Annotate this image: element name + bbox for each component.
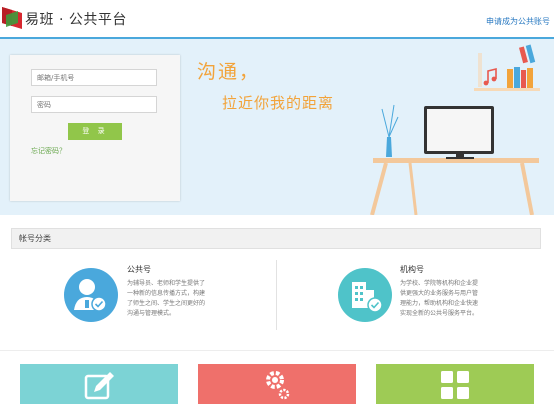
org-account-description: 为学校、学院等机构和企业提 供更强大的业务服务与用户管 理能力，帮助机构和企业快… [400, 280, 479, 317]
apps-tile[interactable] [376, 364, 534, 404]
edit-tile[interactable] [20, 364, 178, 404]
account-types-divider [276, 260, 277, 330]
account-types-heading: 帐号分类 [19, 234, 51, 243]
public-account-title: 公共号 [127, 265, 151, 274]
brand-title: 易班 · 公共平台 [25, 12, 127, 28]
slogan-line-2: 拉近你我的距离 [222, 94, 335, 112]
yiban-logo-icon[interactable] [2, 7, 22, 29]
org-account-icon [338, 268, 392, 322]
edit-icon [84, 372, 114, 400]
public-account-icon [64, 268, 118, 322]
password-input[interactable] [31, 96, 157, 113]
forgot-password-link[interactable]: 忘记密码？ [31, 146, 66, 156]
org-account-title: 机构号 [400, 265, 424, 274]
apply-public-account-link[interactable]: 申请成为公共账号 [486, 16, 550, 27]
account-input[interactable] [31, 69, 157, 86]
top-header: 易班 · 公共平台 申请成为公共账号 [0, 0, 554, 37]
grid-icon [441, 371, 469, 399]
public-account-description: 为辅导员、老师和学生提供了 一种新的信息传播方式，构建 了师生之间、学生之间更好… [127, 280, 206, 317]
account-types-heading-bar: 帐号分类 [11, 228, 541, 249]
login-button[interactable]: 登 录 [68, 123, 122, 140]
settings-tile[interactable] [198, 364, 356, 404]
slogan-line-1: 沟通， [197, 61, 261, 83]
login-panel: 登 录 忘记密码？ [10, 55, 180, 201]
section-divider [0, 350, 554, 351]
gear-icon [266, 371, 290, 400]
